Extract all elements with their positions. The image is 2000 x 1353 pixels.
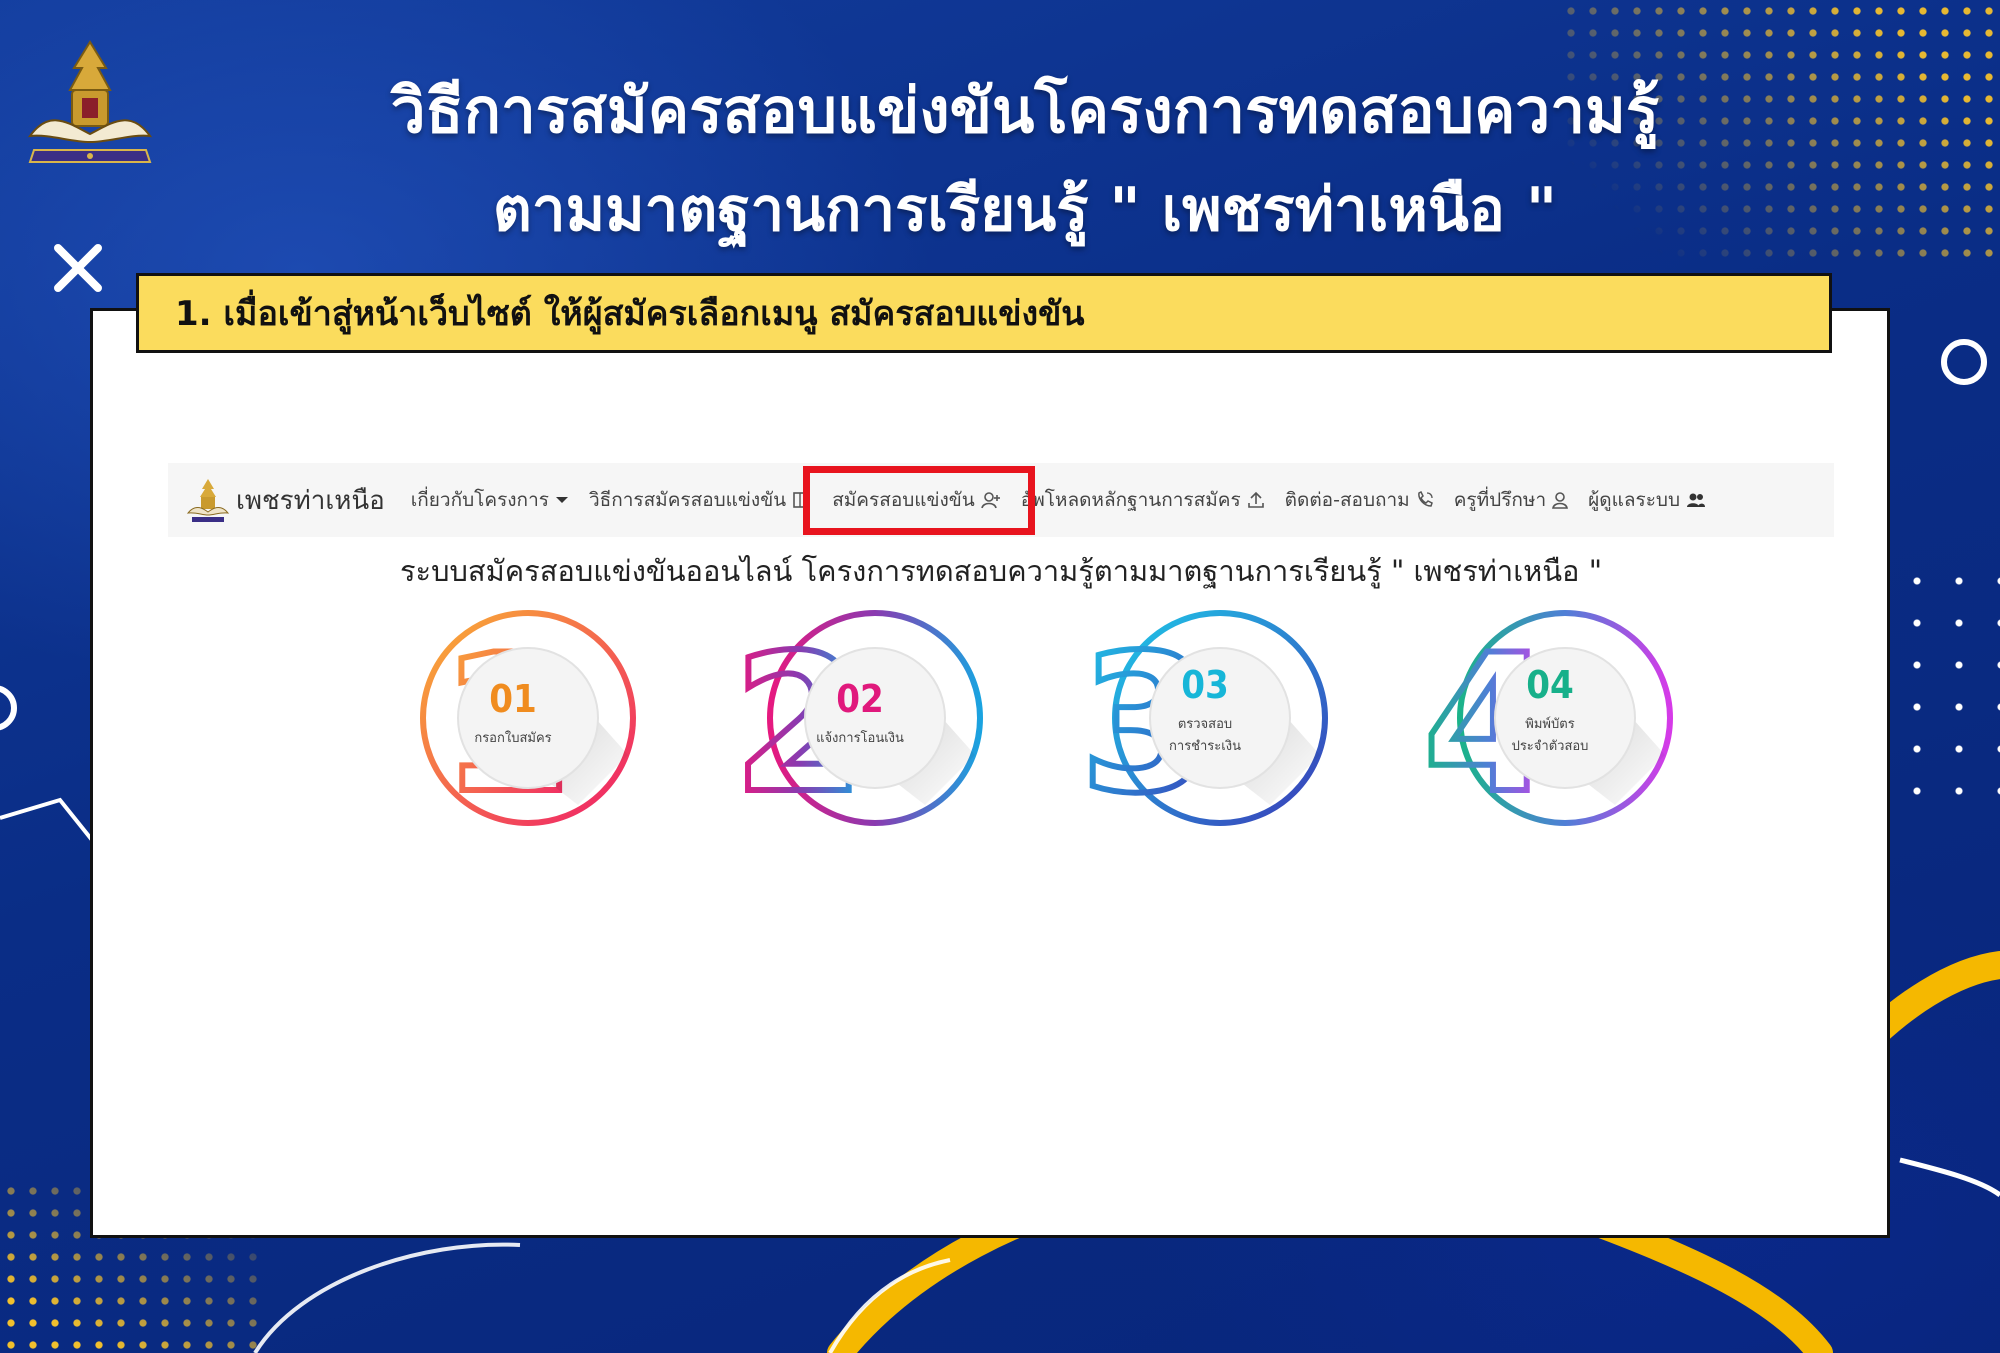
step-card-3[interactable]: 3 03 ตรวจสอบ การชำระเงิน — [1077, 605, 1330, 838]
instruction-banner: 1. เมื่อเข้าสู่หน้าเว็บไซต์ ให้ผู้สมัครเ… — [136, 273, 1832, 353]
site-brand-name: เพชรท่าเหนือ — [236, 485, 385, 516]
upload-icon — [1247, 491, 1264, 508]
user-icon — [1552, 492, 1569, 509]
nav-advisor[interactable]: ครูที่ปรึกษา — [1453, 485, 1569, 515]
highlight-box — [803, 466, 1035, 535]
instruction-text: 1. เมื่อเข้าสู่หน้าเว็บไซต์ ให้ผู้สมัครเ… — [175, 294, 1085, 334]
users-icon — [1687, 493, 1706, 507]
nav-label: ครูที่ปรึกษา — [1453, 489, 1547, 511]
nav-about[interactable]: เกี่ยวกับโครงการ — [411, 485, 569, 515]
step-card-4[interactable]: 4 04 พิมพ์บัตร ประจำตัวสอบ — [1420, 605, 1675, 838]
site-brand[interactable]: เพชรท่าเหนือ — [186, 477, 385, 523]
ring-icon — [0, 685, 17, 731]
x-mark-icon — [54, 244, 102, 292]
caret-down-icon — [555, 497, 568, 503]
step-label: แจ้งการโอนเงิน — [816, 731, 904, 746]
nav-contact[interactable]: ติดต่อ-สอบถาม — [1285, 485, 1434, 515]
nav-label: อัพโหลดหลักฐานการสมัคร — [1020, 489, 1241, 511]
nav-label: ผู้ดูแลระบบ — [1588, 489, 1681, 511]
slide-title-line1: วิธีการสมัครสอบแข่งขันโครงการทดสอบความรู… — [390, 74, 1660, 147]
step-label-line2: การชำระเงิน — [1169, 739, 1241, 754]
nav-upload-evidence[interactable]: อัพโหลดหลักฐานการสมัคร — [1021, 485, 1265, 515]
step-number: 03 — [1181, 663, 1229, 707]
zigzag-line — [0, 797, 94, 842]
nav-admin[interactable]: ผู้ดูแลระบบ — [1588, 485, 1706, 515]
step-label-line1: ตรวจสอบ — [1177, 717, 1233, 732]
step-label-line2: ประจำตัวสอบ — [1511, 739, 1589, 754]
nav-label: วิธีการสมัครสอบแข่งขัน — [588, 489, 787, 511]
step-number: 02 — [836, 677, 884, 721]
nav-how-to-apply[interactable]: วิธีการสมัครสอบแข่งขัน — [589, 485, 808, 515]
step-number: 04 — [1526, 663, 1574, 707]
nav-label: ติดต่อ-สอบถาม — [1284, 489, 1410, 511]
site-subtitle: ระบบสมัครสอบแข่งขันออนไลน์ โครงการทดสอบค… — [399, 554, 1603, 588]
ring-icon — [1941, 339, 1987, 385]
step-label: กรอกใบสมัคร — [474, 731, 552, 746]
nav-label: เกี่ยวกับโครงการ — [410, 489, 549, 511]
phone-icon — [1417, 491, 1433, 507]
step-number: 01 — [489, 677, 537, 721]
school-crest-logo — [27, 40, 153, 163]
slide-title-line2: ตามมาตฐานการเรียนรู้ " เพชรท่าเหนือ " — [492, 175, 1558, 245]
site-logo-icon — [186, 479, 230, 522]
step-card-1[interactable]: 1 01 กรอกใบสมัคร — [388, 605, 638, 838]
step-card-2[interactable]: 2 02 แจ้งการโอนเงิน — [730, 605, 985, 838]
step-label-line1: พิมพ์บัตร — [1525, 717, 1575, 732]
